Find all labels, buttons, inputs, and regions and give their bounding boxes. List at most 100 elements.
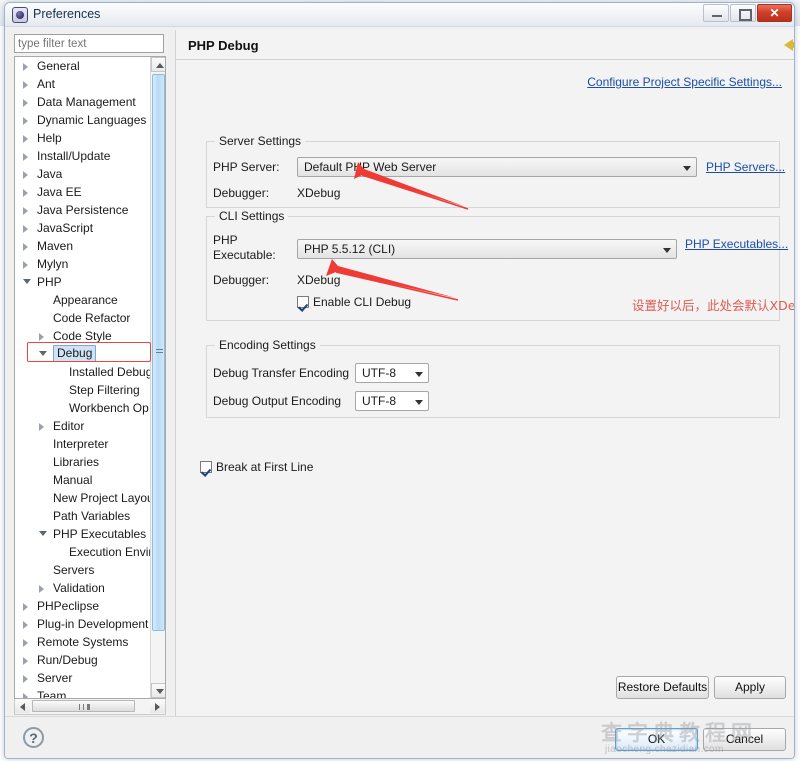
sidebar-item-java-persistence[interactable]: Java Persistence — [15, 201, 151, 219]
tree-expander-collapsed-icon[interactable] — [23, 639, 28, 647]
tree-expander-collapsed-icon[interactable] — [39, 585, 44, 593]
scroll-up-button[interactable] — [151, 57, 165, 72]
sidebar-item-label: Step Filtering — [69, 383, 140, 397]
back-arrow-icon[interactable] — [784, 36, 794, 54]
sidebar-item-appearance[interactable]: Appearance — [15, 291, 151, 309]
filter-input[interactable] — [14, 34, 164, 53]
sidebar-item-mylyn[interactable]: Mylyn — [15, 255, 151, 273]
sidebar-item-servers[interactable]: Servers — [15, 561, 151, 579]
sidebar-item-general[interactable]: General — [15, 57, 151, 75]
tree-expander-expanded-icon[interactable] — [23, 279, 31, 284]
preferences-tree[interactable]: General Ant Data Management Dynamic Languag… — [14, 56, 166, 699]
server-debugger-value: XDebug — [297, 186, 341, 200]
checkbox-box-icon — [200, 461, 212, 473]
sidebar-item-new-project-layou[interactable]: New Project Layou — [15, 489, 154, 507]
tree-expander-collapsed-icon[interactable] — [23, 135, 28, 143]
sidebar-item-dynamic-languages[interactable]: Dynamic Languages — [15, 111, 151, 129]
apply-button[interactable]: Apply — [714, 676, 786, 699]
window-title: Preferences — [33, 7, 101, 21]
sidebar-item-path-variables[interactable]: Path Variables — [15, 507, 151, 525]
sidebar-item-debug[interactable]: Debug — [15, 345, 151, 363]
close-button[interactable]: ✕ — [757, 4, 792, 22]
tree-expander-collapsed-icon[interactable] — [23, 171, 28, 179]
horizontal-scrollbar-thumb[interactable] — [32, 700, 135, 712]
sidebar-item-run-debug[interactable]: Run/Debug — [15, 651, 151, 669]
cli-debugger-value: XDebug — [297, 273, 341, 287]
tree-expander-collapsed-icon[interactable] — [23, 153, 28, 161]
sidebar-item-step-filtering[interactable]: Step Filtering — [15, 381, 151, 399]
sidebar-item-label: Validation — [53, 581, 105, 595]
tree-expander-collapsed-icon[interactable] — [23, 225, 28, 233]
sidebar-item-team[interactable]: Team — [15, 687, 151, 698]
sidebar-item-php[interactable]: PHP — [15, 273, 151, 291]
tree-expander-collapsed-icon[interactable] — [23, 621, 28, 629]
sidebar-item-label: PHPeclipse — [37, 599, 100, 613]
tree-expander-collapsed-icon[interactable] — [23, 261, 28, 269]
sidebar-item-label: Java EE — [37, 185, 82, 199]
sidebar-item-execution-envir[interactable]: Execution Envir — [15, 543, 152, 561]
minimize-button[interactable] — [703, 4, 729, 22]
php-servers-link[interactable]: PHP Servers... — [706, 160, 785, 174]
sidebar-item-editor[interactable]: Editor — [15, 417, 151, 435]
sidebar-item-label: Install/Update — [37, 149, 111, 163]
sidebar-item-code-refactor[interactable]: Code Refactor — [15, 309, 151, 327]
sidebar-item-remote-systems[interactable]: Remote Systems — [15, 633, 151, 651]
sidebar-item-phpeclipse[interactable]: PHPeclipse — [15, 597, 151, 615]
maximize-button[interactable] — [730, 4, 756, 22]
sidebar-item-manual[interactable]: Manual — [15, 471, 151, 489]
debug-transfer-encoding-label: Debug Transfer Encoding — [213, 366, 350, 380]
cancel-button[interactable]: Cancel — [703, 728, 786, 751]
tree-expander-collapsed-icon[interactable] — [23, 81, 28, 89]
php-executable-combo[interactable]: PHP 5.5.12 (CLI) — [297, 239, 677, 259]
sidebar-item-workbench-op[interactable]: Workbench Op — [15, 399, 151, 417]
sidebar-item-php-executables[interactable]: PHP Executables — [15, 525, 151, 543]
tree-expander-collapsed-icon[interactable] — [23, 675, 28, 683]
sidebar-item-data-management[interactable]: Data Management — [15, 93, 151, 111]
title-divider — [176, 59, 794, 60]
configure-project-specific-settings-link[interactable]: Configure Project Specific Settings... — [587, 75, 782, 89]
tree-expander-collapsed-icon[interactable] — [23, 189, 28, 197]
sidebar-item-label: Editor — [53, 419, 85, 433]
sidebar-item-ant[interactable]: Ant — [15, 75, 151, 93]
help-icon[interactable]: ? — [23, 727, 44, 748]
sidebar-item-label: Interpreter — [53, 437, 109, 451]
php-executables-link[interactable]: PHP Executables... — [685, 237, 788, 251]
tree-horizontal-scrollbar[interactable] — [14, 699, 166, 715]
tree-expander-collapsed-icon[interactable] — [23, 117, 28, 125]
tree-expander-collapsed-icon[interactable] — [23, 603, 28, 611]
sidebar-item-help[interactable]: Help — [15, 129, 151, 147]
sidebar-item-install-update[interactable]: Install/Update — [15, 147, 151, 165]
tree-expander-collapsed-icon[interactable] — [23, 657, 28, 665]
sidebar-item-javascript[interactable]: JavaScript — [15, 219, 151, 237]
scroll-left-button[interactable] — [15, 699, 30, 713]
sidebar-item-maven[interactable]: Maven — [15, 237, 151, 255]
sidebar-item-interpreter[interactable]: Interpreter — [15, 435, 151, 453]
tree-expander-collapsed-icon[interactable] — [23, 207, 28, 215]
scroll-right-button[interactable] — [150, 699, 165, 713]
tree-expander-collapsed-icon[interactable] — [23, 243, 28, 251]
sidebar-item-code-style[interactable]: Code Style — [15, 327, 151, 345]
sidebar-item-java-ee[interactable]: Java EE — [15, 183, 151, 201]
title-bar: Preferences ✕ — [5, 3, 794, 27]
sidebar-item-validation[interactable]: Validation — [15, 579, 151, 597]
ok-button[interactable]: OK — [615, 728, 698, 751]
tree-expander-expanded-icon[interactable] — [39, 351, 47, 356]
debug-transfer-encoding-combo[interactable]: UTF-8 — [355, 363, 429, 383]
sidebar-item-installed-debug[interactable]: Installed Debug — [15, 363, 152, 381]
tree-vertical-scrollbar[interactable] — [150, 57, 165, 698]
tree-expander-collapsed-icon[interactable] — [23, 99, 28, 107]
tree-expander-collapsed-icon[interactable] — [39, 423, 44, 431]
restore-defaults-button[interactable]: Restore Defaults — [616, 676, 709, 699]
sidebar-item-plug-in-development[interactable]: Plug-in Development — [15, 615, 151, 633]
sidebar-item-libraries[interactable]: Libraries — [15, 453, 151, 471]
php-server-combo[interactable]: Default PHP Web Server — [297, 157, 697, 177]
scroll-down-button[interactable] — [151, 683, 165, 698]
sidebar-item-java[interactable]: Java — [15, 165, 151, 183]
tree-expander-expanded-icon[interactable] — [39, 531, 47, 536]
tree-expander-collapsed-icon[interactable] — [23, 63, 28, 71]
sidebar-item-server[interactable]: Server — [15, 669, 151, 687]
sidebar-item-label: Java Persistence — [37, 203, 129, 217]
vertical-scrollbar-thumb[interactable] — [152, 74, 165, 631]
debug-output-encoding-combo[interactable]: UTF-8 — [355, 391, 429, 411]
tree-expander-collapsed-icon[interactable] — [39, 333, 44, 341]
